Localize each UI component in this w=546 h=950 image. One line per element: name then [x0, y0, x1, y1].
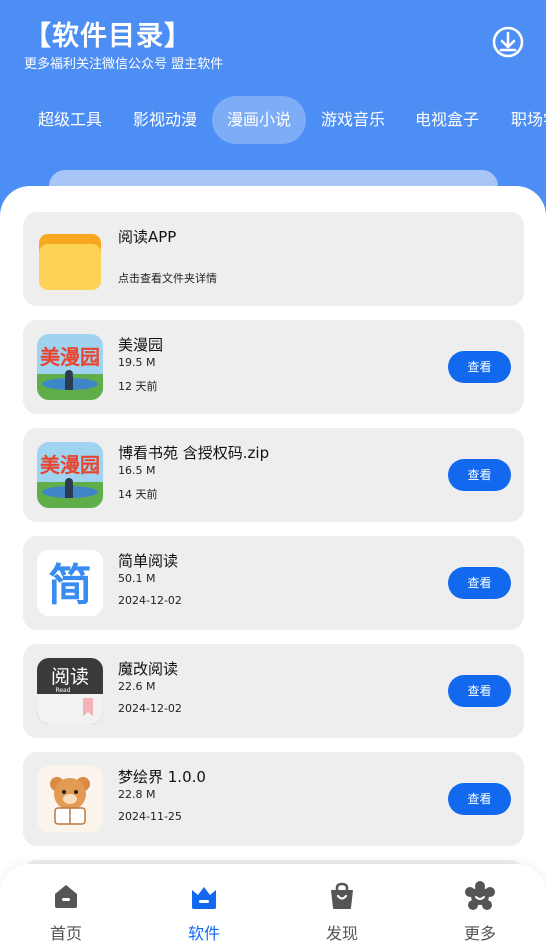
app-screen: 【软件目录】 更多福利关注微信公众号 盟主软件 超级工具 影视动漫 漫画小说 游… [0, 0, 546, 950]
icon-subtext: Read [55, 687, 70, 694]
nav-label: 软件 [187, 924, 220, 943]
item-name: 博看书苑 含授权码.zip [118, 444, 270, 462]
item-name: 美漫园 [118, 336, 164, 354]
list-item[interactable]: 简 简单阅读 50.1 M 2024-12-02 查看 [23, 536, 524, 630]
page-title: 【软件目录】 [24, 21, 192, 52]
nav-label: 首页 [49, 924, 82, 943]
item-date: 2024-12-02 [118, 594, 182, 607]
item-name: 阅读APP [118, 228, 177, 246]
tab-games-music[interactable]: 游戏音乐 [307, 96, 399, 144]
list-item[interactable]: 阅读 Read 魔改阅读 22.6 M 2024-12-02 查看 [23, 644, 524, 738]
view-button[interactable]: 查看 [448, 675, 511, 707]
nav-software[interactable]: 软件 [159, 880, 249, 946]
view-button[interactable]: 查看 [448, 351, 511, 383]
yuedu-app-icon: 阅读 Read [37, 658, 103, 724]
folder-icon [37, 226, 103, 292]
item-hint: 点击查看文件夹详情 [118, 272, 217, 285]
page-subtitle: 更多福利关注微信公众号 盟主软件 [24, 57, 224, 72]
item-name: 梦绘界 1.0.0 [118, 768, 206, 786]
item-size: 50.1 M [118, 572, 156, 585]
flower-icon [465, 881, 495, 910]
nav-label: 发现 [325, 924, 358, 943]
list-item[interactable]: 美漫园 美漫园 19.5 M 12 天前 查看 [23, 320, 524, 414]
list-item-folder[interactable]: 阅读APP 点击查看文件夹详情 [23, 212, 524, 306]
category-tabs: 超级工具 影视动漫 漫画小说 游戏音乐 电视盒子 职场学 [0, 96, 546, 144]
bear-app-icon [37, 766, 103, 832]
download-icon[interactable] [489, 23, 527, 61]
item-size: 19.5 M [118, 356, 156, 369]
item-name: 魔改阅读 [118, 660, 179, 678]
tab-film-anime[interactable]: 影视动漫 [119, 96, 211, 144]
software-icon [192, 887, 216, 909]
view-button[interactable]: 查看 [448, 459, 511, 491]
tab-super-tools[interactable]: 超级工具 [24, 96, 116, 144]
nav-label: 更多 [463, 924, 496, 943]
nav-home[interactable]: 首页 [21, 880, 111, 946]
icon-text: 美漫园 [40, 453, 100, 477]
jian-app-icon: 简 [37, 550, 103, 616]
bag-icon [331, 882, 353, 909]
list-item[interactable]: 美漫园 博看书苑 含授权码.zip 16.5 M 14 天前 查看 [23, 428, 524, 522]
item-size: 16.5 M [118, 464, 156, 477]
tab-tv-box[interactable]: 电视盒子 [401, 96, 493, 144]
nav-discover[interactable]: 发现 [297, 880, 387, 946]
content-panel: 阅读APP 点击查看文件夹详情 美漫园 美漫园 19.5 M 12 天前 查看 [0, 186, 546, 950]
meimanyuan-app-icon: 美漫园 [37, 334, 103, 400]
item-date: 12 天前 [118, 380, 158, 393]
item-size: 22.6 M [118, 680, 156, 693]
list-item[interactable]: 梦绘界 1.0.0 22.8 M 2024-11-25 查看 [23, 752, 524, 846]
view-button[interactable]: 查看 [448, 567, 511, 599]
icon-text: 美漫园 [40, 345, 100, 369]
tab-workplace[interactable]: 职场学 [496, 96, 546, 144]
item-date: 2024-11-25 [118, 810, 182, 823]
icon-text: 简 [48, 560, 92, 611]
home-icon [55, 885, 77, 908]
item-size: 22.8 M [118, 788, 156, 801]
icon-text: 阅读 [51, 666, 89, 688]
view-button[interactable]: 查看 [448, 783, 511, 815]
item-date: 2024-12-02 [118, 702, 182, 715]
meimanyuan-app-icon: 美漫园 [37, 442, 103, 508]
item-name: 简单阅读 [118, 552, 179, 570]
nav-more[interactable]: 更多 [435, 880, 525, 946]
item-date: 14 天前 [118, 488, 158, 501]
tab-comics-novels[interactable]: 漫画小说 [212, 96, 306, 144]
bottom-nav: 首页 软件 发现 更多 [0, 864, 546, 950]
